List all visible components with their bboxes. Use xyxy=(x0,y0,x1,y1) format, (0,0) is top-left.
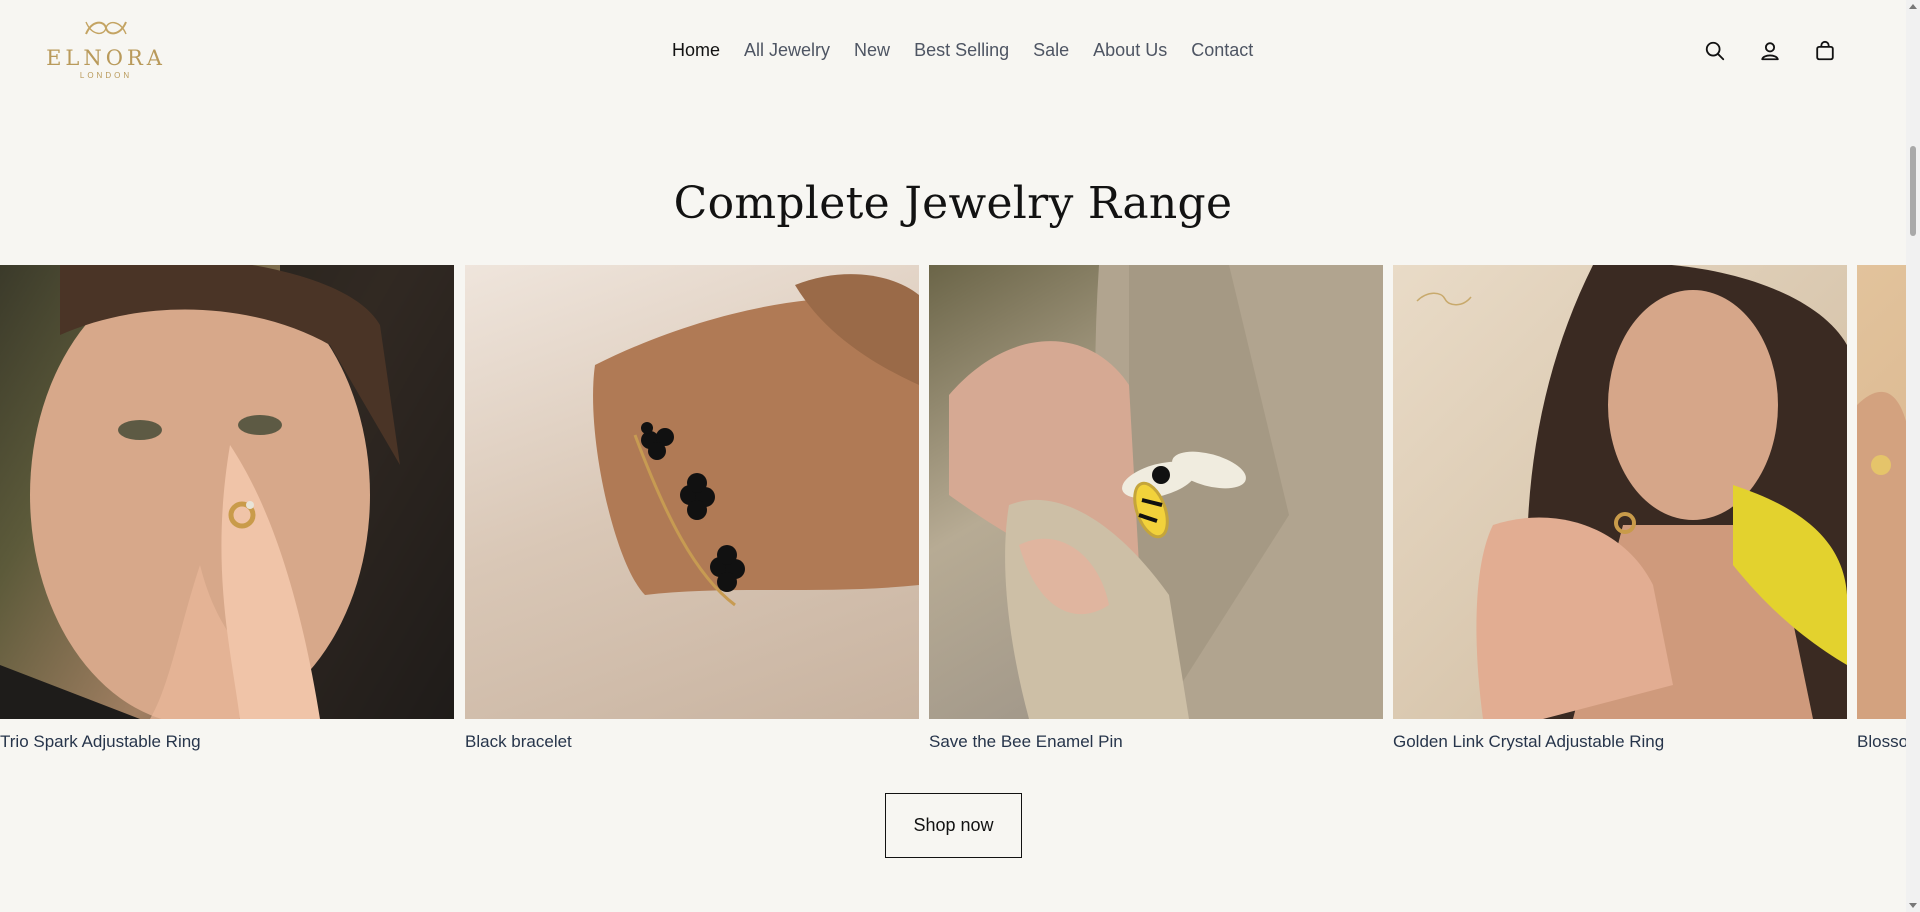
cart-icon[interactable] xyxy=(1814,40,1836,62)
nav-sale[interactable]: Sale xyxy=(1033,40,1069,61)
section-title: Complete Jewelry Range xyxy=(673,178,1233,229)
product-card[interactable]: Blosso xyxy=(1857,265,1906,752)
product-image[interactable] xyxy=(1393,265,1847,719)
page-scrollbar[interactable] xyxy=(1906,0,1920,912)
account-icon[interactable] xyxy=(1759,40,1781,62)
product-image[interactable] xyxy=(929,265,1383,719)
nav-contact[interactable]: Contact xyxy=(1191,40,1253,61)
scroll-up-icon[interactable] xyxy=(1909,4,1917,9)
brand-subtitle: LONDON xyxy=(79,71,133,80)
nav-about-us[interactable]: About Us xyxy=(1093,40,1167,61)
brand-logo[interactable]: ELNORA LONDON xyxy=(46,12,162,90)
nav-new[interactable]: New xyxy=(854,40,890,61)
nav-best-selling[interactable]: Best Selling xyxy=(914,40,1009,61)
logo-mark-icon xyxy=(85,21,127,35)
product-name[interactable]: Blosso xyxy=(1857,732,1906,752)
scroll-down-icon[interactable] xyxy=(1909,903,1917,908)
product-name[interactable]: Golden Link Crystal Adjustable Ring xyxy=(1393,732,1847,752)
brand-name: ELNORA xyxy=(46,46,166,70)
header-actions xyxy=(1704,40,1836,62)
search-icon[interactable] xyxy=(1704,40,1726,62)
product-image[interactable] xyxy=(0,265,454,719)
product-name[interactable]: Save the Bee Enamel Pin xyxy=(929,732,1383,752)
nav-all-jewelry[interactable]: All Jewelry xyxy=(744,40,830,61)
product-carousel[interactable]: Trio Spark Adjustable Ring Black bracele… xyxy=(0,265,1906,765)
product-card[interactable]: Black bracelet xyxy=(465,265,919,752)
main-nav: Home All Jewelry New Best Selling Sale A… xyxy=(672,40,1253,61)
shop-now-button[interactable]: Shop now xyxy=(885,793,1022,858)
site-header: ELNORA LONDON Home All Jewelry New Best … xyxy=(0,0,1906,108)
product-card[interactable]: Golden Link Crystal Adjustable Ring xyxy=(1393,265,1847,752)
product-card[interactable]: Save the Bee Enamel Pin xyxy=(929,265,1383,752)
scrollbar-thumb[interactable] xyxy=(1910,146,1916,236)
product-card[interactable]: Trio Spark Adjustable Ring xyxy=(0,265,454,752)
nav-home[interactable]: Home xyxy=(672,40,720,61)
product-name[interactable]: Trio Spark Adjustable Ring xyxy=(0,732,454,752)
product-name[interactable]: Black bracelet xyxy=(465,732,919,752)
product-image[interactable] xyxy=(1857,265,1906,719)
product-image[interactable] xyxy=(465,265,919,719)
